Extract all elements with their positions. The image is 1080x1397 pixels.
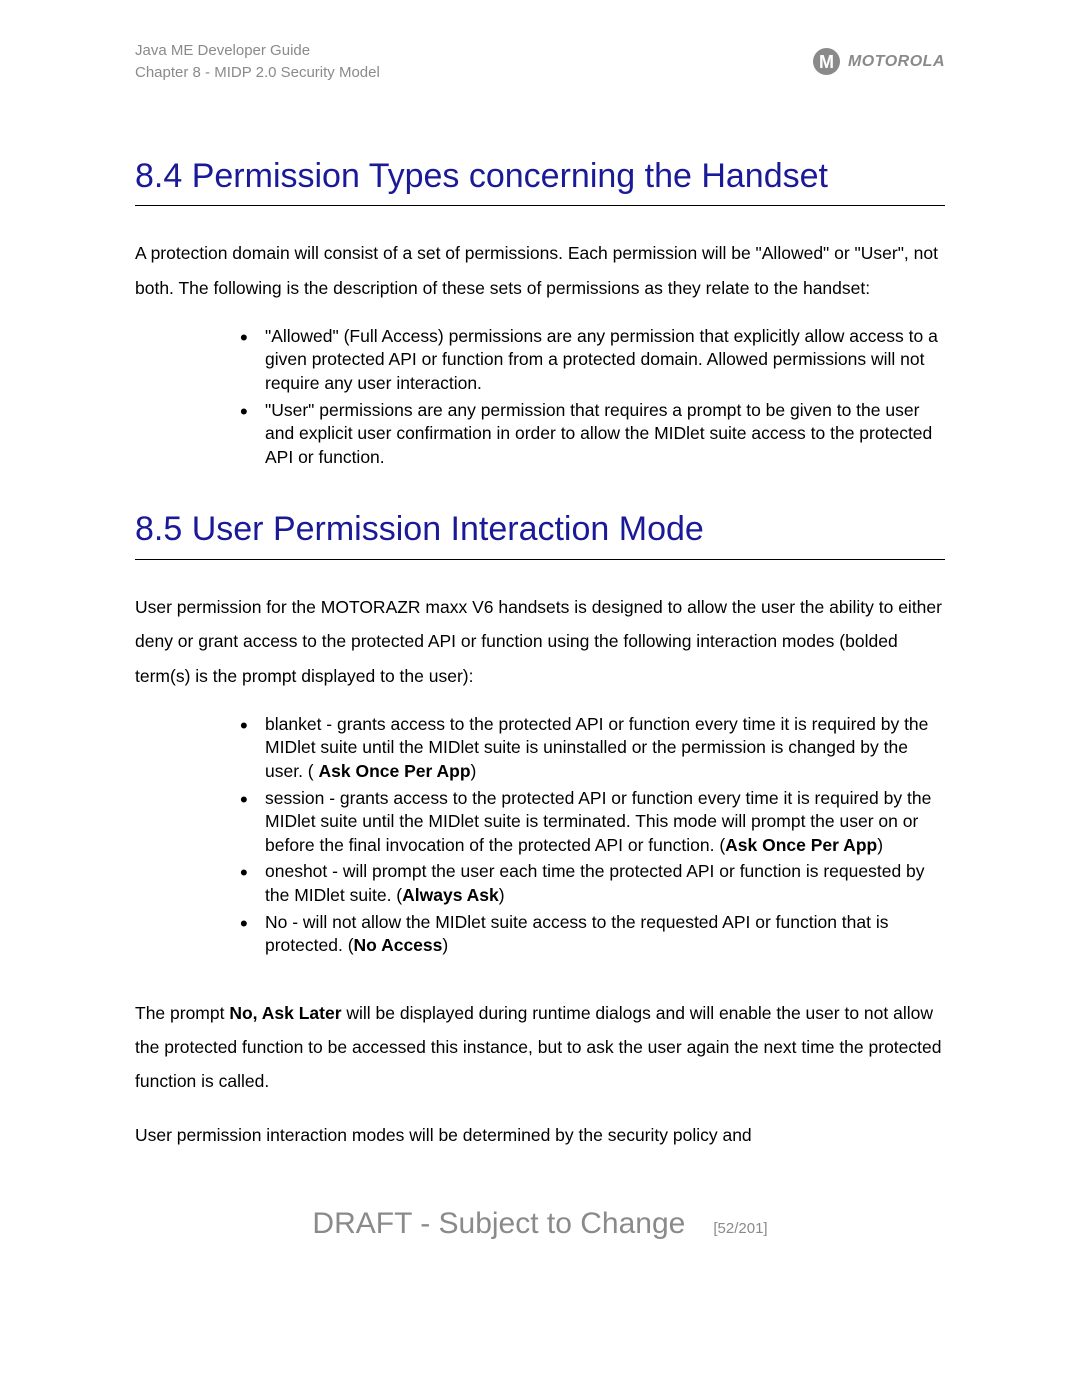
prompt-term: Ask Once Per App [319,761,471,781]
prompt-term: Ask Once Per App [725,835,877,855]
list-item: oneshot - will prompt the user each time… [245,860,945,907]
list-item: session - grants access to the protected… [245,787,945,858]
page-number: [52/201] [713,1220,767,1237]
page-header: Java ME Developer Guide Chapter 8 - MIDP… [135,40,945,84]
section-8-5-intro: User permission for the MOTORAZR maxx V6… [135,590,945,692]
doc-title: Java ME Developer Guide [135,42,310,59]
section-8-4-heading: 8.4 Permission Types concerning the Hand… [135,154,945,207]
section-8-4-intro: A protection domain will consist of a se… [135,236,945,304]
prompt-term: No, Ask Later [229,1003,341,1023]
prompt-term: Always Ask [402,885,499,905]
motorola-m-icon: M [813,48,840,75]
draft-watermark: DRAFT - Subject to Change [312,1207,685,1241]
section-8-5-list: blanket - grants access to the protected… [135,713,945,958]
section-8-4-list: "Allowed" (Full Access) permissions are … [135,325,945,470]
brand-wordmark: MOTOROLA [848,53,945,71]
brand-logo: M MOTOROLA [813,48,945,75]
header-text: Java ME Developer Guide Chapter 8 - MIDP… [135,40,380,84]
prompt-term: No Access [354,935,443,955]
list-item: blanket - grants access to the protected… [245,713,945,784]
document-page: Java ME Developer Guide Chapter 8 - MIDP… [0,0,1080,1291]
list-item: "User" permissions are any permission th… [245,399,945,470]
section-8-5-para-3: User permission interaction modes will b… [135,1118,945,1152]
section-8-5-para-2: The prompt No, Ask Later will be display… [135,996,945,1098]
list-item: No - will not allow the MIDlet suite acc… [245,911,945,958]
section-8-5-heading: 8.5 User Permission Interaction Mode [135,507,945,560]
page-footer: DRAFT - Subject to Change [52/201] [135,1207,945,1241]
chapter-label: Chapter 8 - MIDP 2.0 Security Model [135,64,380,81]
list-item: "Allowed" (Full Access) permissions are … [245,325,945,396]
